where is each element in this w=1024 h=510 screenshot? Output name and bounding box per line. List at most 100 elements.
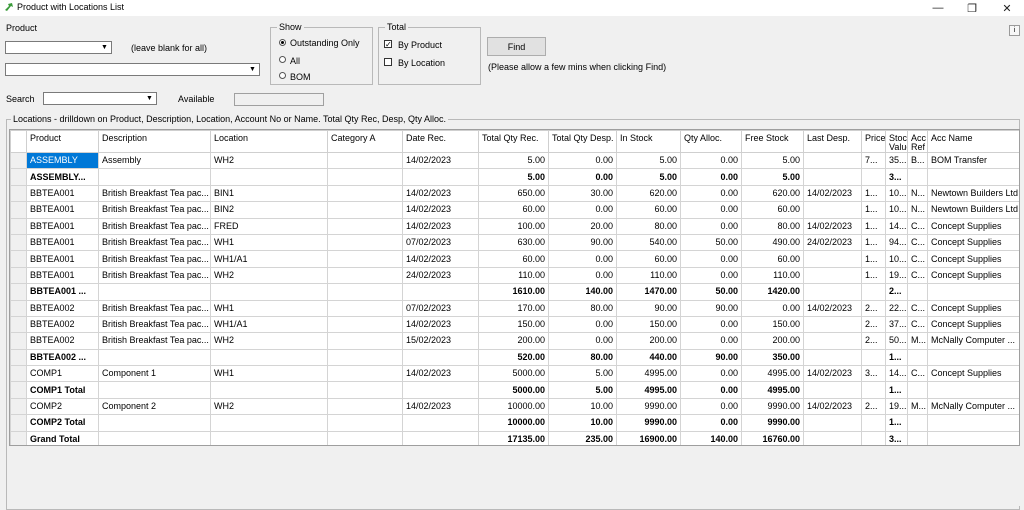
table-cell[interactable]: 110.00 <box>616 266 681 285</box>
table-cell[interactable]: 19... <box>885 266 908 285</box>
table-cell[interactable]: Component 2 <box>98 397 211 416</box>
table-cell[interactable]: 9990.00 <box>741 414 804 432</box>
table-row[interactable]: BBTEA002 British Breakfast Tea pac... WH1 0… <box>10 299 1019 317</box>
table-cell[interactable]: N... <box>907 201 928 219</box>
table-cell[interactable]: 7... <box>861 151 886 170</box>
table-cell[interactable]: 0.00 <box>680 217 742 235</box>
table-cell[interactable]: ASSEMBLY... <box>26 168 99 186</box>
table-cell[interactable]: 0.00 <box>741 299 804 317</box>
table-cell[interactable]: 60.00 <box>616 201 681 219</box>
table-cell[interactable]: 0.00 <box>680 201 742 219</box>
table-cell[interactable]: WH2 <box>210 332 328 350</box>
table-cell[interactable]: 07/02/2023 <box>402 233 479 252</box>
table-cell[interactable]: 0.00 <box>680 397 742 416</box>
table-cell[interactable] <box>327 299 403 317</box>
table-cell[interactable] <box>327 184 403 203</box>
table-cell[interactable] <box>803 315 862 334</box>
table-cell[interactable]: 1... <box>861 201 886 219</box>
table-total-row[interactable]: BBTEA001 ... 1610.00 140.00 1470.00 50.00 142… <box>10 283 1019 301</box>
row-header[interactable] <box>10 151 27 170</box>
table-cell[interactable]: 440.00 <box>616 348 681 367</box>
table-cell[interactable] <box>210 430 328 445</box>
table-total-row[interactable]: ASSEMBLY... 5.00 0.00 5.00 0.00 5.00 3... <box>10 168 1019 186</box>
table-cell[interactable]: COMP1 Total <box>26 381 99 399</box>
table-cell[interactable]: 16900.00 <box>616 430 681 445</box>
table-cell[interactable]: 5.00 <box>741 168 804 186</box>
table-cell[interactable] <box>861 414 886 432</box>
table-cell[interactable]: 14... <box>885 365 908 383</box>
table-cell[interactable]: 1470.00 <box>616 283 681 301</box>
table-cell[interactable]: 0.00 <box>680 266 742 285</box>
table-cell[interactable]: 110.00 <box>478 266 549 285</box>
table-row[interactable]: BBTEA002 British Breakfast Tea pac... WH1/… <box>10 315 1019 334</box>
column-header-qty-alloc[interactable]: Qty Alloc. <box>680 130 742 153</box>
table-cell[interactable]: C... <box>907 233 928 252</box>
table-cell[interactable] <box>861 430 886 445</box>
table-cell[interactable]: 90.00 <box>548 233 617 252</box>
table-cell[interactable]: 20.00 <box>548 217 617 235</box>
table-cell[interactable]: 5000.00 <box>478 365 549 383</box>
table-cell[interactable]: Concept Supplies <box>927 315 1019 334</box>
table-cell[interactable]: Grand Total <box>26 430 99 445</box>
table-cell[interactable] <box>402 168 479 186</box>
column-header-total-qty-rec[interactable]: Total Qty Rec. <box>478 130 549 153</box>
table-cell[interactable]: 14/02/2023 <box>402 151 479 170</box>
table-cell[interactable] <box>327 201 403 219</box>
table-cell[interactable]: 22... <box>885 299 908 317</box>
table-cell[interactable] <box>210 414 328 432</box>
row-header[interactable] <box>10 430 27 445</box>
table-cell[interactable] <box>327 381 403 399</box>
table-cell[interactable]: 14... <box>885 217 908 235</box>
table-cell[interactable] <box>327 397 403 416</box>
table-cell[interactable] <box>927 430 1019 445</box>
table-cell[interactable]: British Breakfast Tea pac... <box>98 250 211 268</box>
table-cell[interactable]: 1420.00 <box>741 283 804 301</box>
column-header-acc-name[interactable]: Acc Name <box>927 130 1019 153</box>
table-cell[interactable]: BBTEA002 <box>26 315 99 334</box>
by-location-checkbox[interactable] <box>384 58 392 66</box>
row-header[interactable] <box>10 348 27 367</box>
table-cell[interactable]: 90.00 <box>680 348 742 367</box>
table-cell[interactable]: 4995.00 <box>616 365 681 383</box>
table-cell[interactable]: M... <box>907 332 928 350</box>
table-cell[interactable] <box>327 250 403 268</box>
table-cell[interactable]: 10.00 <box>548 414 617 432</box>
table-cell[interactable]: 0.00 <box>548 151 617 170</box>
radio-outstanding-only[interactable] <box>279 39 286 46</box>
table-cell[interactable]: 14/02/2023 <box>803 184 862 203</box>
table-cell[interactable]: 0.00 <box>680 332 742 350</box>
table-cell[interactable]: 14/02/2023 <box>402 250 479 268</box>
table-cell[interactable]: 90.00 <box>680 299 742 317</box>
column-header-product[interactable]: Product <box>26 130 99 153</box>
table-cell[interactable]: 9990.00 <box>616 397 681 416</box>
row-header[interactable] <box>10 283 27 301</box>
table-cell[interactable] <box>327 430 403 445</box>
radio-bom[interactable] <box>279 72 286 79</box>
table-row[interactable]: BBTEA002 British Breakfast Tea pac... WH2 1… <box>10 332 1019 350</box>
table-cell[interactable] <box>98 348 211 367</box>
column-header-stock-value[interactable]: Stock Value <box>885 130 908 153</box>
table-cell[interactable]: 5.00 <box>548 381 617 399</box>
column-header-in-stock[interactable]: In Stock <box>616 130 681 153</box>
column-header-total-qty-desp[interactable]: Total Qty Desp. <box>548 130 617 153</box>
table-cell[interactable]: 10... <box>885 250 908 268</box>
table-cell[interactable] <box>327 348 403 367</box>
table-cell[interactable] <box>927 414 1019 432</box>
table-cell[interactable]: BBTEA002 ... <box>26 348 99 367</box>
table-cell[interactable]: 650.00 <box>478 184 549 203</box>
table-cell[interactable]: 35... <box>885 151 908 170</box>
table-row[interactable]: BBTEA001 British Breakfast Tea pac... FRED… <box>10 217 1019 235</box>
table-cell[interactable]: 1... <box>885 348 908 367</box>
table-cell[interactable]: BBTEA001 <box>26 233 99 252</box>
table-cell[interactable] <box>927 283 1019 301</box>
table-cell[interactable]: 4995.00 <box>616 381 681 399</box>
table-cell[interactable]: M... <box>907 397 928 416</box>
table-cell[interactable]: 19... <box>885 397 908 416</box>
table-row[interactable]: BBTEA001 British Breakfast Tea pac... WH2 2… <box>10 266 1019 285</box>
table-cell[interactable]: 5.00 <box>616 168 681 186</box>
table-cell[interactable]: 10... <box>885 201 908 219</box>
table-cell[interactable]: McNally Computer ... <box>927 397 1019 416</box>
table-cell[interactable]: 14/02/2023 <box>803 397 862 416</box>
table-cell[interactable] <box>803 414 862 432</box>
table-cell[interactable]: 200.00 <box>741 332 804 350</box>
